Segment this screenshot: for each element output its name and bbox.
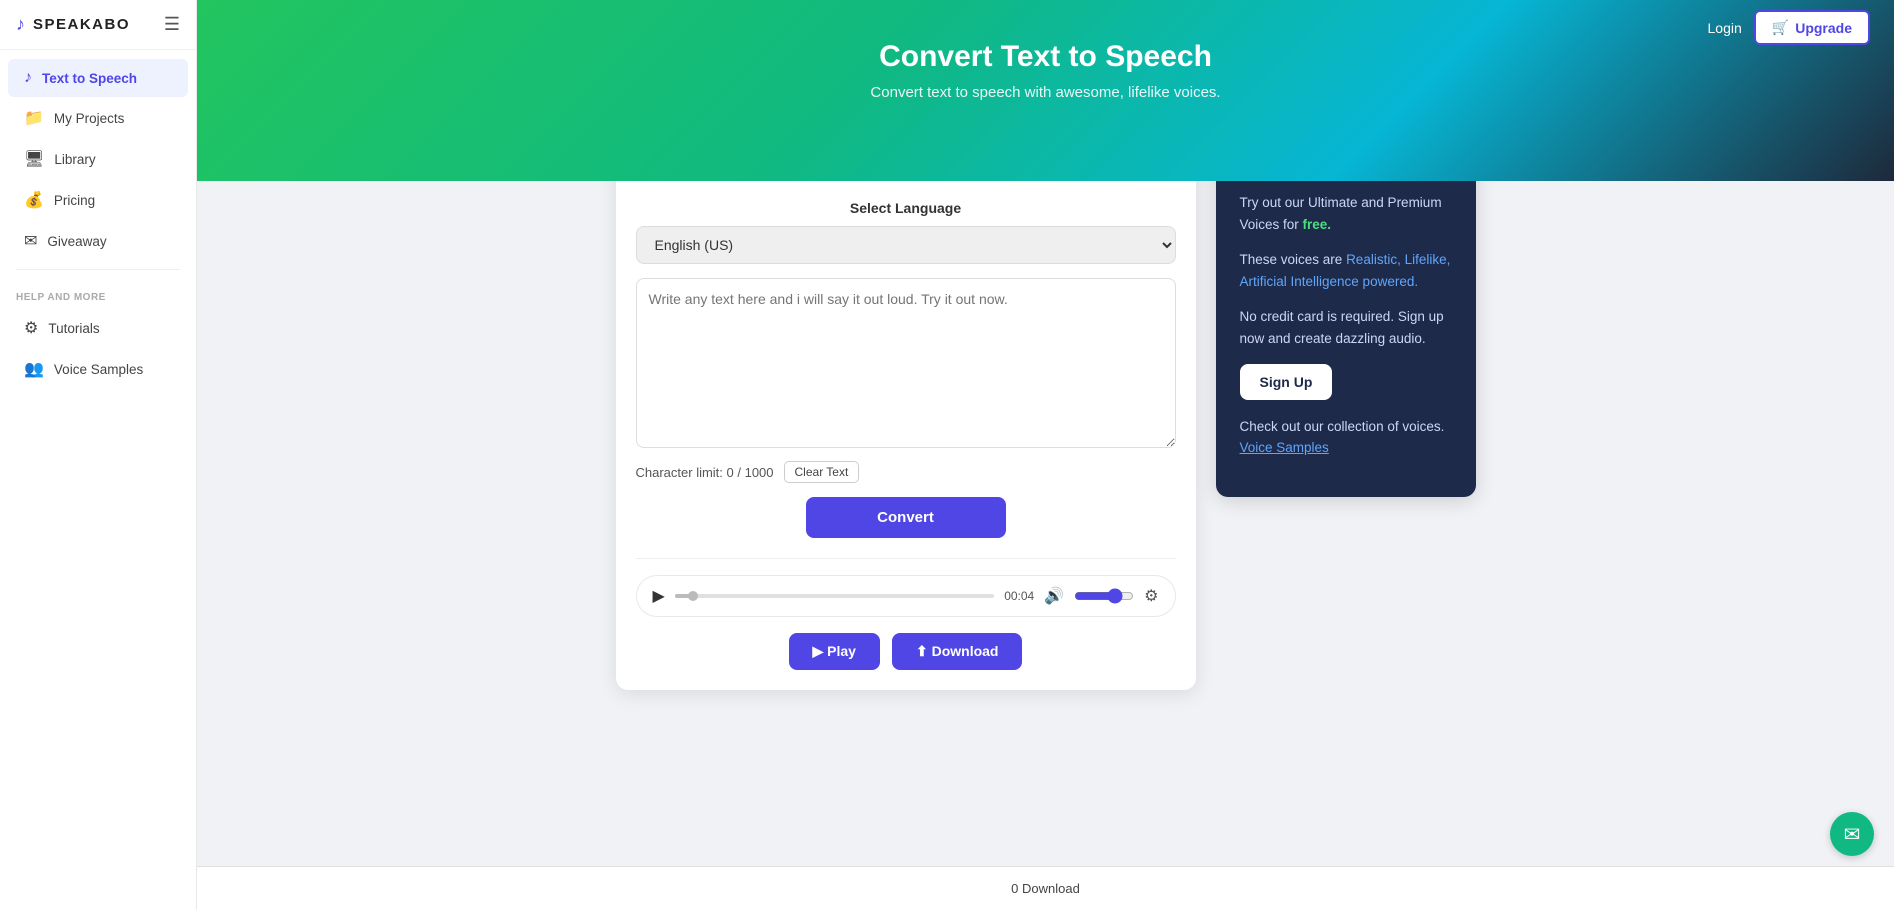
sidebar-label-library: Library <box>54 152 95 167</box>
sidebar-item-voice-samples[interactable]: 👥 Voice Samples <box>8 349 188 389</box>
progress-thumb <box>688 591 698 601</box>
converter-body: Select Language English (US) English (UK… <box>616 180 1196 690</box>
char-limit-text: Character limit: 0 / 1000 <box>636 465 774 480</box>
sidebar: ♪ SPEAKABO ☰ ♪ Text to Speech 📁 My Proje… <box>0 0 197 910</box>
sidebar-logo: ♪ SPEAKABO ☰ <box>0 0 196 50</box>
sidebar-item-tutorials[interactable]: ⚙ Tutorials <box>8 308 188 348</box>
menu-icon[interactable]: ☰ <box>164 14 180 35</box>
sidebar-label-tutorials: Tutorials <box>48 321 99 336</box>
sidebar-label-pricing: Pricing <box>54 193 95 208</box>
play-button[interactable]: ▶ Play <box>789 633 880 670</box>
welcome-card: Welcome Try out our Ultimate and Premium… <box>1216 131 1476 497</box>
giveaway-icon: ✉ <box>24 231 37 251</box>
bottom-bar: 0 Download <box>197 866 1894 910</box>
welcome-para3: No credit card is required. Sign up now … <box>1240 306 1452 349</box>
projects-icon: 📁 <box>24 108 44 128</box>
free-text: free. <box>1303 217 1332 232</box>
sidebar-label-voice-samples: Voice Samples <box>54 362 143 377</box>
language-label: Select Language <box>636 200 1176 216</box>
divider <box>636 558 1176 559</box>
voice-samples-link[interactable]: Voice Samples <box>1240 440 1329 455</box>
convert-button[interactable]: Convert <box>806 497 1006 538</box>
hero-subtitle: Convert text to speech with awesome, lif… <box>217 84 1874 101</box>
sign-up-button[interactable]: Sign Up <box>1240 364 1333 400</box>
voice-samples-nav-icon: 👥 <box>24 359 44 379</box>
time-display: 00:04 <box>1004 589 1034 603</box>
audio-player: ▶ 00:04 🔊 ⚙ <box>636 575 1176 617</box>
hero-banner: Convert Text to Speech Convert text to s… <box>197 0 1894 181</box>
settings-icon[interactable]: ⚙ <box>1144 586 1158 606</box>
download-button[interactable]: ⬆ Download <box>892 633 1023 670</box>
char-limit-row: Character limit: 0 / 1000 Clear Text <box>636 461 1176 483</box>
welcome-para1: Try out our Ultimate and Premium Voices … <box>1240 192 1452 235</box>
text-input[interactable] <box>636 278 1176 448</box>
sidebar-item-pricing[interactable]: 💰 Pricing <box>8 180 188 220</box>
clear-text-button[interactable]: Clear Text <box>784 461 860 483</box>
upgrade-button[interactable]: 🛒 Upgrade <box>1754 10 1870 45</box>
action-buttons: ▶ Play ⬆ Download <box>636 633 1176 670</box>
login-button[interactable]: Login <box>1708 20 1742 36</box>
content-area: ✨ Ultimate ▶ Premium 💡 Free Select Langu… <box>596 131 1496 730</box>
volume-slider[interactable] <box>1074 588 1134 604</box>
sidebar-label-my-projects: My Projects <box>54 111 125 126</box>
language-select[interactable]: English (US) English (UK) Spanish French… <box>636 226 1176 264</box>
volume-icon[interactable]: 🔊 <box>1044 586 1064 606</box>
library-icon: 🖥 <box>24 149 44 169</box>
cart-icon: 🛒 <box>1772 19 1789 36</box>
download-count: 0 Download <box>1011 881 1080 896</box>
sidebar-divider <box>16 269 180 270</box>
sidebar-label-giveaway: Giveaway <box>47 234 106 249</box>
main-content: Login 🛒 Upgrade Convert Text to Speech C… <box>197 0 1894 910</box>
sidebar-item-giveaway[interactable]: ✉ Giveaway <box>8 221 188 261</box>
hero-title: Convert Text to Speech <box>217 40 1874 74</box>
sidebar-label-text-to-speech: Text to Speech <box>42 71 137 86</box>
welcome-para2: These voices are Realistic, Lifelike, Ar… <box>1240 249 1452 292</box>
sidebar-item-my-projects[interactable]: 📁 My Projects <box>8 98 188 138</box>
sidebar-item-library[interactable]: 🖥 Library <box>8 139 188 179</box>
music-nav-icon: ♪ <box>24 69 32 87</box>
progress-bar[interactable] <box>675 594 994 598</box>
chat-bubble[interactable]: ✉ <box>1830 812 1874 856</box>
help-section-label: HELP AND MORE <box>0 278 196 307</box>
upgrade-label: Upgrade <box>1795 20 1852 36</box>
tutorials-icon: ⚙ <box>24 318 38 338</box>
pricing-icon: 💰 <box>24 190 44 210</box>
audio-play-button[interactable]: ▶ <box>653 586 665 606</box>
converter-card: ✨ Ultimate ▶ Premium 💡 Free Select Langu… <box>616 131 1196 690</box>
chat-icon: ✉ <box>1844 822 1861 847</box>
music-icon: ♪ <box>16 14 25 35</box>
logo-text: SPEAKABO <box>33 16 130 33</box>
sidebar-item-text-to-speech[interactable]: ♪ Text to Speech <box>8 59 188 97</box>
topbar: Login 🛒 Upgrade <box>1684 0 1894 55</box>
welcome-para4: Check out our collection of voices. Voic… <box>1240 416 1452 459</box>
